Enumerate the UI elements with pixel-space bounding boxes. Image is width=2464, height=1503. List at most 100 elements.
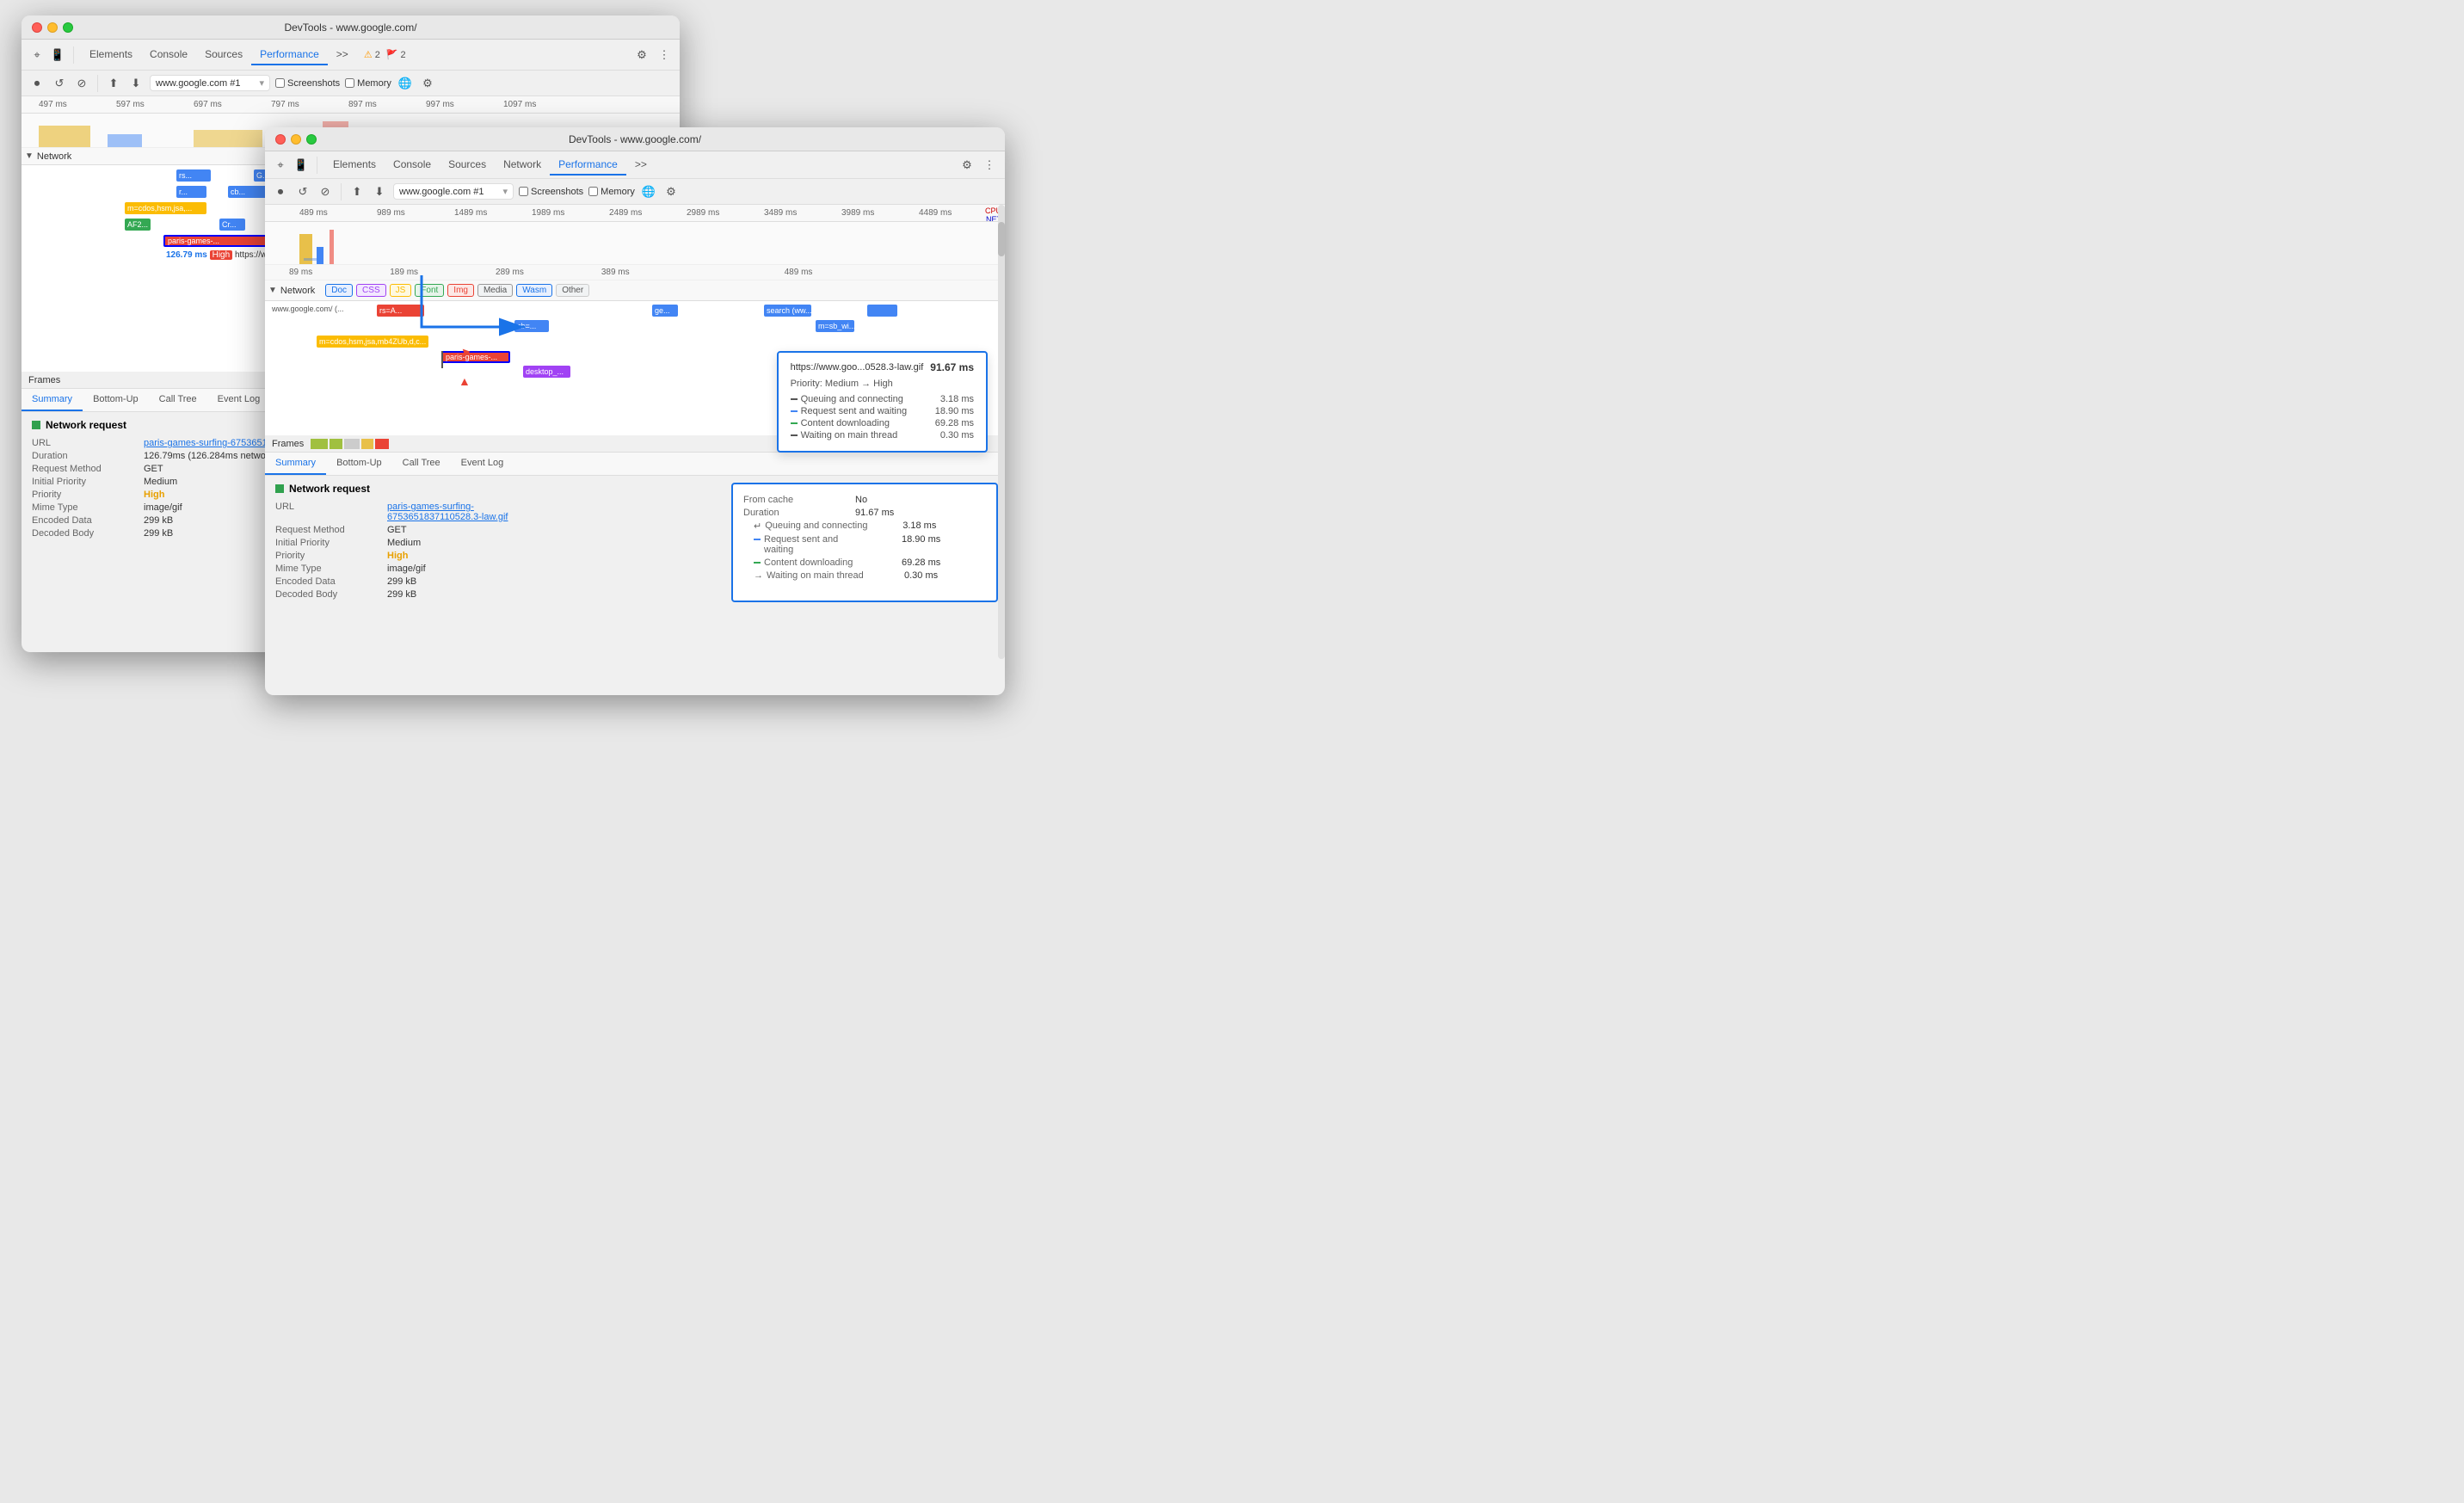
stop-icon-2[interactable]: ⊘: [317, 183, 334, 200]
net-bar-r[interactable]: r...: [176, 186, 206, 198]
memory-check-2[interactable]: Memory: [588, 187, 635, 197]
screenshots-check-1[interactable]: Screenshots: [275, 78, 340, 89]
tab-network-2[interactable]: Network: [495, 155, 550, 176]
network-header-2: ▼ Network Doc CSS JS Font Img Media Wasm…: [265, 280, 1005, 301]
download-icon-2[interactable]: ⬇: [371, 183, 388, 200]
scrollbar-2[interactable]: [998, 205, 1005, 659]
tab-performance-1[interactable]: Performance: [251, 45, 328, 65]
screenshots-check-2[interactable]: Screenshots: [519, 187, 583, 197]
upload-icon-1[interactable]: ⬆: [105, 75, 122, 92]
memory-check-1[interactable]: Memory: [345, 78, 391, 89]
network-icon-1[interactable]: 🌐: [397, 75, 414, 92]
url-label-1: URL: [32, 438, 144, 448]
tab-more-2[interactable]: >>: [626, 155, 656, 176]
tab-console-1[interactable]: Console: [141, 45, 196, 65]
refresh-icon-2[interactable]: ↺: [294, 183, 311, 200]
screenshots-label-1: Screenshots: [287, 78, 340, 89]
bar-paris-2[interactable]: paris-games-...: [441, 351, 510, 363]
tab-sources-2[interactable]: Sources: [440, 155, 495, 176]
summary-url-row-2: URL paris-games-surfing-6753651837110528…: [275, 502, 714, 522]
net-bar-cr[interactable]: Cr...: [219, 219, 245, 231]
detail-content-row: Content downloading 69.28 ms: [754, 557, 986, 568]
tab-calltree-2[interactable]: Call Tree: [392, 453, 451, 475]
chip-doc[interactable]: Doc: [325, 284, 353, 297]
tab-eventlog-1[interactable]: Event Log: [207, 389, 271, 411]
net-bar-mcdos[interactable]: m=cdos,hsm,jsa,...: [125, 202, 206, 214]
tab-bottomup-2[interactable]: Bottom-Up: [326, 453, 392, 475]
chip-media[interactable]: Media: [477, 284, 513, 297]
chip-img[interactable]: Img: [447, 284, 474, 297]
stop-icon-1[interactable]: ⊘: [73, 75, 90, 92]
record-icon-1[interactable]: ⏺: [28, 75, 46, 92]
net-bar-af2[interactable]: AF2...: [125, 219, 151, 231]
url-value-2[interactable]: paris-games-surfing-6753651837110528.3-l…: [387, 502, 508, 522]
address-bar-2[interactable]: www.google.com #1 ▾: [393, 183, 514, 200]
close-button-1[interactable]: [32, 22, 42, 33]
screenshots-checkbox-2[interactable]: [519, 187, 528, 196]
network-title-2: Network: [280, 286, 315, 296]
tab-calltree-1[interactable]: Call Tree: [149, 389, 207, 411]
mobile-icon[interactable]: 📱: [49, 46, 66, 64]
scrollbar-thumb-2[interactable]: [998, 222, 1005, 256]
bar-search2[interactable]: search (ww...: [764, 305, 811, 317]
bar-ge2[interactable]: ge...: [652, 305, 678, 317]
chip-js[interactable]: JS: [390, 284, 412, 297]
bar-gen3[interactable]: [867, 305, 897, 317]
download-icon-1[interactable]: ⬇: [127, 75, 145, 92]
net-bar-rs[interactable]: rs...: [176, 169, 211, 182]
screenshots-checkbox-1[interactable]: [275, 78, 285, 88]
tab-eventlog-2[interactable]: Event Log: [451, 453, 514, 475]
window-title-2: DevTools - www.google.com/: [569, 133, 701, 145]
more-icon-2[interactable]: ⋮: [981, 157, 998, 174]
maximize-button-2[interactable]: [306, 134, 317, 145]
more-icon-1[interactable]: ⋮: [656, 46, 673, 64]
settings2-icon-1[interactable]: ⚙: [419, 75, 436, 92]
bar-www[interactable]: www.google.com/ (...: [272, 305, 344, 313]
tick-697: 697 ms: [194, 100, 222, 109]
minimize-button-1[interactable]: [47, 22, 58, 33]
tab-more-1[interactable]: >>: [328, 45, 357, 65]
maximize-button-1[interactable]: [63, 22, 73, 33]
net-bar-paris-selected[interactable]: paris-games-...: [163, 235, 275, 247]
bar-desktop[interactable]: desktop_...: [523, 366, 570, 378]
chip-other[interactable]: Other: [556, 284, 589, 297]
mobile-icon-2[interactable]: 📱: [293, 157, 310, 174]
network-icon-2[interactable]: 🌐: [640, 183, 657, 200]
detail-waiting-label: Waiting on main thread: [767, 570, 904, 581]
close-button-2[interactable]: [275, 134, 286, 145]
tab-summary-1[interactable]: Summary: [22, 389, 83, 411]
settings-icon-1[interactable]: ⚙: [633, 46, 650, 64]
details-panel-2: From cache No Duration 91.67 ms ↵ Queuin…: [731, 483, 998, 602]
net-bar-cb[interactable]: cb...: [228, 186, 267, 198]
mime-label-1: Mime Type: [32, 502, 144, 513]
memory-checkbox-2[interactable]: [588, 187, 598, 196]
settings2-icon-2[interactable]: ⚙: [662, 183, 680, 200]
tab-bottomup-1[interactable]: Bottom-Up: [83, 389, 149, 411]
memory-checkbox-1[interactable]: [345, 78, 354, 88]
chip-wasm[interactable]: Wasm: [516, 284, 552, 297]
toolbar-1: ⌖ 📱 Elements Console Sources Performance…: [22, 40, 680, 71]
bar-mcdos2[interactable]: m=cdos,hsm,jsa,mb4ZUb,d,c...: [317, 336, 428, 348]
chip-font[interactable]: Font: [415, 284, 444, 297]
tooltip-request-row: Request sent and waiting 18.90 ms: [791, 406, 974, 416]
cursor-icon-2[interactable]: ⌖: [272, 157, 289, 174]
tab-summary-2[interactable]: Summary: [265, 453, 326, 475]
settings-icon-2[interactable]: ⚙: [958, 157, 976, 174]
summary-mime-row-2: Mime Type image/gif: [275, 564, 714, 574]
upload-icon-2[interactable]: ⬆: [348, 183, 366, 200]
refresh-icon-1[interactable]: ↺: [51, 75, 68, 92]
chip-css[interactable]: CSS: [356, 284, 386, 297]
record-icon-2[interactable]: ⏺: [272, 183, 289, 200]
network-title-1: Network: [37, 151, 71, 162]
minimize-button-2[interactable]: [291, 134, 301, 145]
cursor-icon[interactable]: ⌖: [28, 46, 46, 64]
bar-msb[interactable]: m=sb_wi...: [816, 320, 854, 332]
tab-console-2[interactable]: Console: [385, 155, 440, 176]
tab-elements-2[interactable]: Elements: [324, 155, 385, 176]
tab-performance-2[interactable]: Performance: [550, 155, 626, 176]
tab-elements-1[interactable]: Elements: [81, 45, 141, 65]
bar-cb2[interactable]: cb=...: [514, 320, 549, 332]
address-bar-1[interactable]: www.google.com #1 ▾: [150, 75, 270, 91]
tab-sources-1[interactable]: Sources: [196, 45, 251, 65]
bar-rsa[interactable]: rs=A...: [377, 305, 424, 317]
